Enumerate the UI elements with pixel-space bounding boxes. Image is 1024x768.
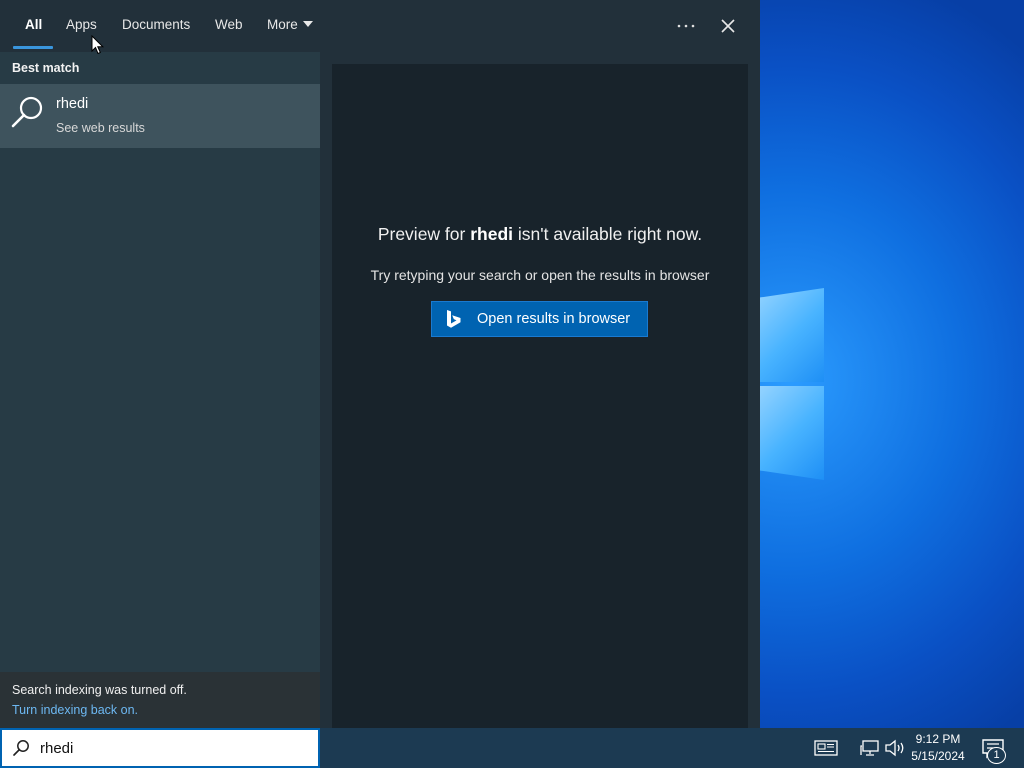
- taskbar-search-box[interactable]: [0, 728, 320, 768]
- open-in-browser-label: Open results in browser: [477, 311, 631, 327]
- preview-pane: Preview for rhedi isn't available right …: [332, 64, 748, 728]
- tab-web[interactable]: Web: [215, 0, 243, 52]
- tab-documents[interactable]: Documents: [122, 0, 190, 52]
- best-match-heading: Best match: [12, 61, 80, 75]
- results-pane: Best match rhedi See web results Search …: [0, 52, 320, 728]
- turn-indexing-on-link[interactable]: Turn indexing back on.: [12, 703, 138, 717]
- preview-title: Preview for rhedi isn't available right …: [377, 224, 703, 244]
- close-icon: [721, 19, 735, 33]
- indexing-notice: Search indexing was turned off. Turn ind…: [0, 672, 320, 728]
- tab-all[interactable]: All: [25, 0, 42, 52]
- clock-date: 5/15/2024: [911, 749, 965, 763]
- chevron-down-icon: [302, 21, 313, 28]
- mouse-pointer-icon: [91, 35, 105, 55]
- bing-icon: [447, 310, 461, 328]
- preview-query: rhedi: [470, 224, 514, 244]
- search-icon: [11, 96, 43, 128]
- indexing-message: Search indexing was turned off.: [12, 683, 187, 697]
- clock-time: 9:12 PM: [915, 732, 961, 746]
- news-icon[interactable]: [814, 738, 838, 758]
- best-match-title: rhedi: [56, 96, 89, 112]
- more-options-button[interactable]: [670, 10, 702, 42]
- best-match-result[interactable]: rhedi See web results: [0, 84, 320, 148]
- search-flyout: All Apps Documents Web More Best match r…: [0, 0, 760, 728]
- open-in-browser-button[interactable]: Open results in browser: [431, 301, 648, 337]
- close-button[interactable]: [712, 10, 744, 42]
- preview-subtitle: Try retyping your search or open the res…: [370, 267, 710, 283]
- volume-icon[interactable]: [884, 738, 908, 758]
- tab-more[interactable]: More: [267, 0, 313, 52]
- best-match-subtitle: See web results: [56, 121, 145, 135]
- taskbar-clock[interactable]: 9:12 PM 5/15/2024: [906, 731, 970, 765]
- search-icon: [13, 740, 29, 756]
- search-input[interactable]: [40, 739, 300, 757]
- notification-count-badge: 1: [987, 747, 1006, 764]
- ellipsis-icon: [677, 24, 695, 28]
- active-tab-indicator: [13, 46, 53, 49]
- network-icon[interactable]: [860, 738, 884, 758]
- search-tabs-bar: All Apps Documents Web More: [0, 0, 760, 52]
